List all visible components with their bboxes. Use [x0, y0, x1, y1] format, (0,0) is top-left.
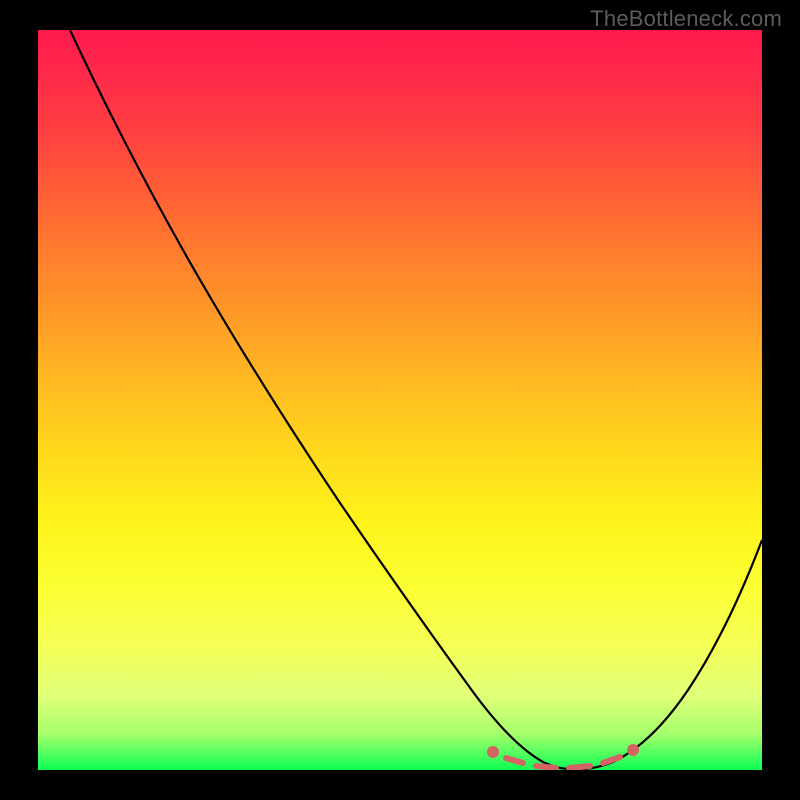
optimum-range-markers — [487, 744, 639, 768]
bottleneck-curve — [38, 30, 762, 770]
optimum-dash-3 — [569, 766, 590, 768]
curve-path — [70, 30, 762, 770]
optimum-dash-2 — [536, 766, 556, 768]
chart-frame: TheBottleneck.com — [0, 0, 800, 800]
optimum-end-dot — [627, 744, 639, 756]
optimum-dash-4 — [603, 757, 620, 763]
plot-area — [38, 30, 762, 770]
optimum-start-dot — [487, 746, 499, 758]
optimum-dash-1 — [506, 758, 523, 763]
watermark-label: TheBottleneck.com — [590, 6, 782, 32]
